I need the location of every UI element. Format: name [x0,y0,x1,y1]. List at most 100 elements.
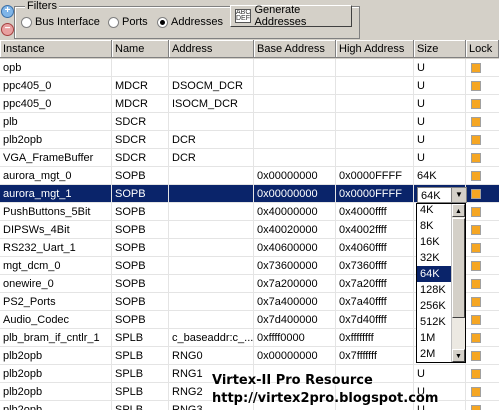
lock-checkbox-icon[interactable] [471,81,481,91]
col-name-cell[interactable]: MDCR [112,77,169,95]
lock-checkbox-icon[interactable] [471,171,481,181]
col-name-cell[interactable]: MDCR [112,95,169,113]
col-address-header[interactable]: Address [169,40,254,58]
col-base-address-cell[interactable]: 0x40600000 [254,239,336,257]
col-high-address-cell[interactable]: 0x4002ffff [336,221,414,239]
col-high-address-cell[interactable]: 0x7360ffff [336,257,414,275]
chevron-down-icon[interactable]: ▼ [451,188,466,202]
col-instance-cell[interactable]: Audio_Codec [0,311,112,329]
col-address-cell[interactable] [169,257,254,275]
lock-checkbox-icon[interactable] [471,189,481,199]
col-address-cell[interactable] [169,59,254,77]
col-size-cell[interactable]: 64K [414,167,466,185]
col-address-cell[interactable] [169,293,254,311]
col-name-cell[interactable]: SOPB [112,257,169,275]
col-name-cell[interactable]: SDCR [112,131,169,149]
size-option[interactable]: 4K [417,204,453,218]
col-instance-cell[interactable]: plb [0,113,112,131]
radio-addresses[interactable]: Addresses [157,15,223,29]
lock-checkbox-icon[interactable] [471,387,481,397]
col-address-cell[interactable] [169,311,254,329]
col-high-address-cell[interactable]: 0x4000ffff [336,203,414,221]
col-base-address-cell[interactable] [254,77,336,95]
col-base-address-cell[interactable]: 0x40000000 [254,203,336,221]
col-address-cell[interactable]: RNG0 [169,347,254,365]
lock-checkbox-icon[interactable] [471,351,481,361]
table-row[interactable]: plb SDCR U [0,113,499,131]
col-address-cell[interactable] [169,113,254,131]
lock-checkbox-icon[interactable] [471,99,481,109]
col-instance-cell[interactable]: PS2_Ports [0,293,112,311]
col-high-address-cell[interactable]: 0x7d40ffff [336,311,414,329]
size-option[interactable]: 16K [417,234,453,250]
col-lock-header[interactable]: Lock [466,40,499,58]
col-address-cell[interactable] [169,275,254,293]
col-instance-cell[interactable]: RS232_Uart_1 [0,239,112,257]
col-base-address-cell[interactable]: 0x00000000 [254,347,336,365]
col-instance-cell[interactable]: onewire_0 [0,275,112,293]
col-base-address-cell[interactable]: 0x7a400000 [254,293,336,311]
col-instance-cell[interactable]: plb2opb [0,383,112,401]
lock-checkbox-icon[interactable] [471,333,481,343]
col-base-address-cell[interactable]: 0x00000000 [254,167,336,185]
lock-checkbox-icon[interactable] [471,117,481,127]
col-name-cell[interactable]: SOPB [112,167,169,185]
col-high-address-cell[interactable]: 0x4060ffff [336,239,414,257]
lock-checkbox-icon[interactable] [471,369,481,379]
col-base-address-cell[interactable]: 0x73600000 [254,257,336,275]
col-address-cell[interactable] [169,167,254,185]
col-instance-cell[interactable]: ppc405_0 [0,95,112,113]
col-name-cell[interactable]: SOPB [112,311,169,329]
scroll-up-icon[interactable]: ▲ [452,204,465,217]
col-name-cell[interactable]: SPLB [112,365,169,383]
table-row[interactable]: ppc405_0 MDCR DSOCM_DCR U [0,77,499,95]
col-instance-header[interactable]: Instance [0,40,112,58]
col-high-address-cell[interactable] [336,113,414,131]
col-high-address-cell[interactable] [336,95,414,113]
radio-bus-interface[interactable]: Bus Interface [21,15,100,29]
lock-checkbox-icon[interactable] [471,279,481,289]
size-option[interactable]: 64K [417,266,453,282]
table-row[interactable]: opb U [0,59,499,77]
col-address-cell[interactable]: DCR [169,131,254,149]
col-high-address-cell[interactable]: 0xffffffff [336,329,414,347]
col-address-cell[interactable] [169,239,254,257]
table-row[interactable]: VGA_FrameBuffer SDCR DCR U [0,149,499,167]
col-base-address-cell[interactable]: 0x40020000 [254,221,336,239]
size-option[interactable]: 32K [417,250,453,266]
col-high-address-cell[interactable]: 0x0000FFFF [336,167,414,185]
col-address-cell[interactable]: DCR [169,149,254,167]
col-instance-cell[interactable]: aurora_mgt_1 [0,185,112,203]
lock-checkbox-icon[interactable] [471,261,481,271]
col-name-cell[interactable]: SOPB [112,221,169,239]
col-high-address-cell[interactable] [336,77,414,95]
options-scrollbar[interactable]: ▲ ▼ [451,204,465,362]
lock-checkbox-icon[interactable] [471,207,481,217]
size-option[interactable]: 128K [417,282,453,298]
col-name-cell[interactable]: SOPB [112,185,169,203]
col-high-address-cell[interactable]: 0x0000FFFF [336,185,414,203]
col-name-cell[interactable]: SPLB [112,329,169,347]
col-base-address-cell[interactable]: 0xffff0000 [254,329,336,347]
col-base-address-cell[interactable] [254,131,336,149]
col-address-cell[interactable]: ISOCM_DCR [169,95,254,113]
col-name-cell[interactable] [112,59,169,77]
collapse-icon[interactable]: − [1,23,14,36]
col-name-cell[interactable]: SDCR [112,149,169,167]
col-instance-cell[interactable]: opb [0,59,112,77]
size-option[interactable]: 512K [417,314,453,330]
col-size-cell[interactable]: U [414,131,466,149]
col-size-cell[interactable]: U [414,77,466,95]
lock-checkbox-icon[interactable] [471,297,481,307]
col-instance-cell[interactable]: plb_bram_if_cntlr_1 [0,329,112,347]
lock-checkbox-icon[interactable] [471,315,481,325]
col-high-address-cell[interactable]: 0x7a40ffff [336,293,414,311]
col-instance-cell[interactable]: VGA_FrameBuffer [0,149,112,167]
col-instance-cell[interactable]: aurora_mgt_0 [0,167,112,185]
lock-checkbox-icon[interactable] [471,63,481,73]
lock-checkbox-icon[interactable] [471,225,481,235]
size-option[interactable]: 8K [417,218,453,234]
col-instance-cell[interactable]: plb2opb [0,347,112,365]
col-name-cell[interactable]: SOPB [112,275,169,293]
col-base-address-cell[interactable] [254,95,336,113]
